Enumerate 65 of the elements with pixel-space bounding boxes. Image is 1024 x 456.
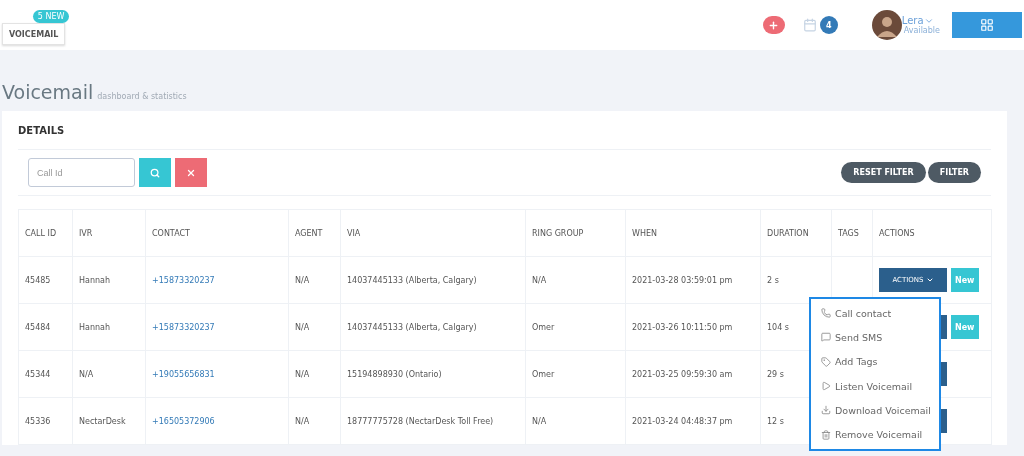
table-cell: 15194898930 (Ontario) [340,350,526,398]
table-cell: 2021-03-24 04:48:37 pm [625,397,761,445]
page-subtitle: dashboard & statistics [97,92,187,101]
search-icon [150,167,160,178]
table-cell: 14037445133 (Alberta, Calgary) [340,303,526,351]
trash-icon [821,429,831,440]
contact-link[interactable]: +16505372906 [152,416,215,426]
table-cell: Omer [525,303,626,351]
column-header: WHEN [625,209,761,257]
column-header: CALL ID [18,209,73,257]
add-button[interactable] [762,16,785,34]
grid-icon [980,18,994,32]
calendar-count-badge: 4 [819,16,838,34]
column-header: TAGS [831,209,873,257]
table-cell: 45344 [18,350,73,398]
table-cell: 2021-03-25 09:59:30 am [625,350,761,398]
table-cell: Omer [525,350,626,398]
contact-link[interactable]: +19055656831 [152,369,215,379]
tag-icon [821,356,831,367]
search-button[interactable] [139,158,171,187]
page-title: Voicemail [2,81,94,103]
table-cell: N/A [288,303,341,351]
table-cell: N/A [288,256,341,304]
table-cell: N/A [525,397,626,445]
apps-button[interactable] [952,12,1022,38]
contact-link[interactable]: +15873320237 [152,275,215,285]
card-title: DETAILS [18,111,991,150]
sms-icon [821,332,831,343]
download-icon [821,405,831,416]
table-cell: Hannah [72,256,146,304]
clear-button[interactable] [175,158,207,187]
chevron-down-icon [925,276,934,284]
table-cell: N/A [72,350,146,398]
user-status: Available [903,26,940,35]
phone-icon [821,308,831,319]
table-cell: 2021-03-26 10:11:50 pm [625,303,761,351]
table-cell: N/A [288,397,341,445]
table-cell: Hannah [72,303,146,351]
table-cell: N/A [525,256,626,304]
table-cell: 14037445133 (Alberta, Calgary) [340,256,526,304]
table-cell: 45484 [18,303,73,351]
column-header: VIA [340,209,526,257]
filter-button[interactable]: FILTER [927,162,981,183]
column-header: RING GROUP [525,209,626,257]
column-header: CONTACT [145,209,289,257]
voicemail-button[interactable]: VOICEMAIL [2,23,66,45]
plus-icon [768,19,780,31]
contact-link[interactable]: +15873320237 [152,322,215,332]
table-cell: 2021-03-28 03:59:01 pm [625,256,761,304]
table-cell: NectarDesk [72,397,146,445]
play-icon [821,381,831,392]
table-cell: 45336 [18,397,73,445]
table-cell: 45485 [18,256,73,304]
avatar-icon[interactable] [871,10,902,40]
column-header: ACTIONS [872,209,992,257]
new-count-badge: 5 NEW [32,10,70,23]
close-icon [186,167,196,178]
filter-button[interactable]: RESET FILTER [841,162,926,183]
column-header: IVR [72,209,146,257]
column-header: DURATION [760,209,832,257]
column-header: AGENT [288,209,341,257]
call-id-field[interactable]: Call Id [28,158,135,187]
calendar-icon[interactable] [802,18,817,32]
table-cell: N/A [288,350,341,398]
table-cell: 18777775728 (NectarDesk Toll Free) [340,397,526,445]
